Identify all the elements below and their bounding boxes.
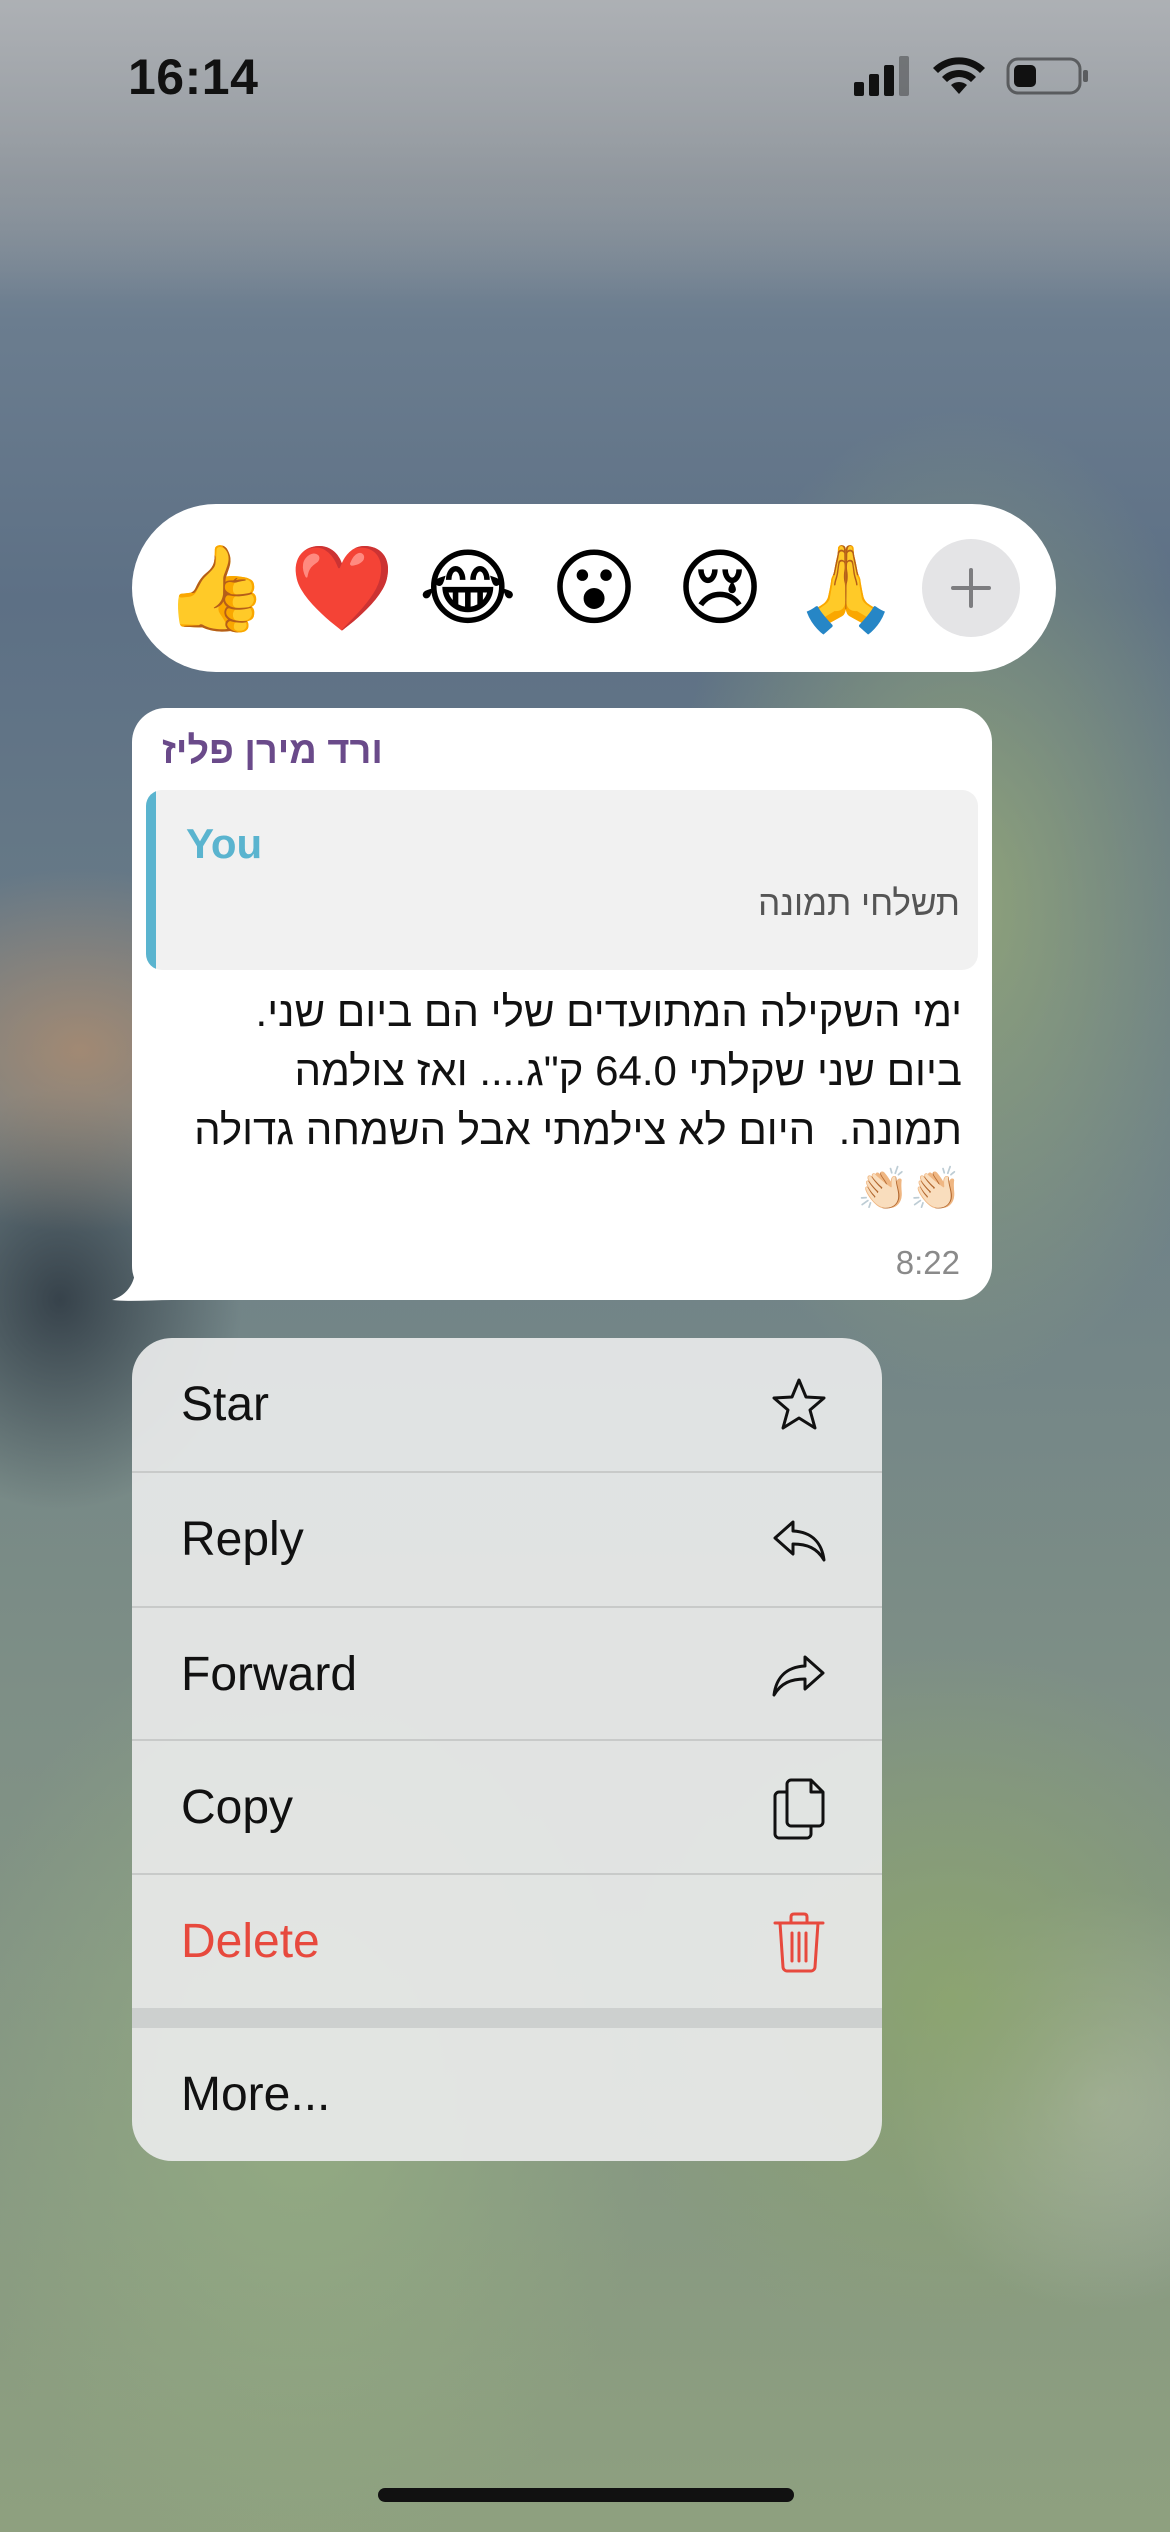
menu-item-label: Reply [181,1513,304,1566]
menu-item-label: Delete [181,1915,320,1968]
quote-accent-bar [146,790,156,970]
status-time: 16:14 [128,49,259,105]
more-reactions-button[interactable] [922,539,1020,637]
menu-item-label: Star [181,1378,270,1431]
message-text: ימי השקילה המתועדים שלי הם ביום שני. ביו… [194,988,962,1212]
blurred-chat-header [0,0,1170,300]
trash-icon [768,1911,830,1973]
menu-item-label: More... [181,2068,331,2121]
reaction-bar: 👍 ❤️ 😂 😮 😢 🙏 [132,504,1056,672]
message-timestamp: 8:22 [895,1244,960,1281]
reaction-thumbs-up[interactable]: 👍 [164,538,269,638]
reaction-surprised-face[interactable]: 😮 [544,538,644,638]
menu-section-separator [132,2008,882,2028]
battery-icon [1006,57,1088,95]
star-icon [768,1374,830,1436]
reaction-crying-face[interactable]: 😢 [670,538,770,638]
menu-item-star[interactable]: Star [132,1338,882,1471]
plus-icon [951,568,991,608]
menu-item-more[interactable]: More... [132,2028,882,2161]
quoted-message[interactable]: You תשלחי תמונה [146,790,978,970]
menu-item-forward[interactable]: Forward [132,1608,882,1741]
wifi-icon [933,57,985,94]
menu-item-copy[interactable]: Copy [132,1741,882,1874]
home-indicator[interactable] [378,2488,794,2502]
reaction-tears-of-joy[interactable]: 😂 [418,538,518,638]
reaction-red-heart[interactable]: ❤️ [290,538,395,638]
status-icons [854,56,1090,96]
quote-author: You [186,820,263,867]
cellular-signal-icon [854,56,909,96]
menu-item-delete[interactable]: Delete [132,1875,882,2008]
reaction-folded-hands[interactable]: 🙏 [794,538,899,638]
message-context-menu: Star Reply Forward Copy Delete More... [132,1338,882,2161]
menu-item-reply[interactable]: Reply [132,1473,882,1606]
copy-icon [768,1777,830,1839]
reply-arrow-icon [768,1509,830,1571]
menu-item-label: Copy [181,1781,294,1834]
forward-arrow-icon [768,1644,830,1706]
message-bubble[interactable]: ורד מירן פליז You תשלחי תמונה ימי השקילה… [132,708,992,1300]
menu-item-label: Forward [181,1648,358,1701]
quote-text: תשלחי תמונה [758,884,960,923]
sender-name: ורד מירן פליז [162,730,383,772]
